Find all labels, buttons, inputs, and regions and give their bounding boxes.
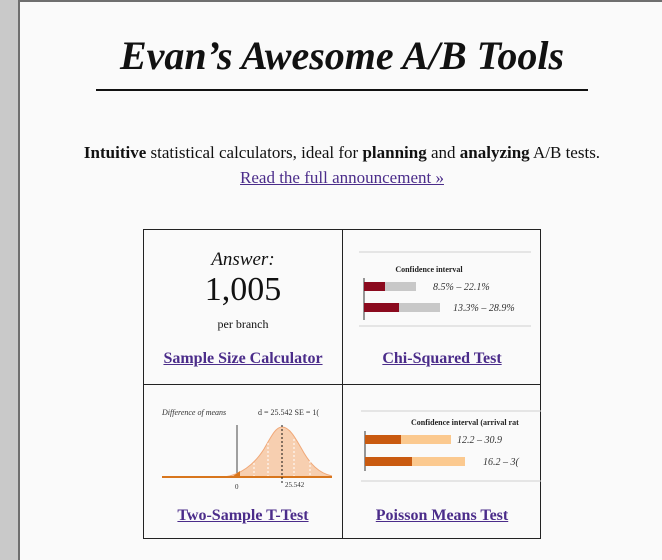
poisson-row-2-label: 16.2 – 3( [483,457,520,468]
intro-word-intuitive: Intuitive [83,143,147,162]
title-underline [96,89,588,91]
page-frame: Evan’s Awesome A/B Tools Intuitive stati… [18,0,662,560]
poisson-row-1-bar [365,435,401,444]
intro-text-3: A/B tests. [529,143,601,162]
chi-squared-test-link[interactable]: Chi-Squared Test [343,350,541,368]
announcement-line: Read the full announcement » [20,167,662,189]
poisson-preview-title: Confidence interval (arrival rat [411,418,519,427]
answer-unit: per branch [217,317,269,331]
t-test-card[interactable]: Difference of means d = 25.542 SE = 1( 0… [144,385,343,539]
chi-row-1-label: 8.5% – 22.1% [433,282,490,293]
two-sample-t-test-link[interactable]: Two-Sample T-Test [144,507,342,525]
chi-squared-preview: Confidence interval 8.5% – 22.1% 13.3% –… [359,251,531,327]
t-preview-label: Difference of means [161,408,226,417]
announcement-link[interactable]: Read the full announcement » [240,168,444,187]
answer-label: Answer: [211,249,275,270]
intro-word-planning: planning [362,143,427,162]
page-title: Evan’s Awesome A/B Tools [119,33,565,78]
chi-preview-title: Confidence interval [395,265,463,274]
answer-value: 1,005 [204,271,282,308]
t-preview-stats: d = 25.542 SE = 1( [258,408,319,417]
poisson-card[interactable]: Confidence interval (arrival rat 12.2 – … [343,385,541,539]
poisson-row-2-bar [365,457,412,466]
chi-row-2-label: 13.3% – 28.9% [453,303,515,314]
chi-row-1-bar [364,282,385,291]
chi-row-2-bar [364,303,399,312]
t-density-area [162,427,332,477]
poisson-row-1-label: 12.2 – 30.9 [457,435,502,446]
poisson-preview: Confidence interval (arrival rat 12.2 – … [361,410,541,482]
t-marker-label: 25.542 [285,481,305,489]
sample-size-calculator-link[interactable]: Sample Size Calculator [144,350,342,368]
intro-word-analyzing: analyzing [459,143,530,162]
tools-grid: Answer: 1,005 per branch Sample Size Cal… [143,229,541,539]
intro-text-2: and [426,143,460,162]
intro-text: Intuitive statistical calculators, ideal… [20,142,662,164]
poisson-means-test-link[interactable]: Poisson Means Test [343,507,541,525]
t-zero-label: 0 [235,483,239,491]
intro-text-1: statistical calculators, ideal for [146,143,363,162]
sample-size-card[interactable]: Answer: 1,005 per branch Sample Size Cal… [144,230,343,385]
t-test-preview: Difference of means d = 25.542 SE = 1( 0… [161,408,333,491]
t-tail-marker [232,471,240,477]
chi-squared-card[interactable]: Confidence interval 8.5% – 22.1% 13.3% –… [343,230,541,385]
